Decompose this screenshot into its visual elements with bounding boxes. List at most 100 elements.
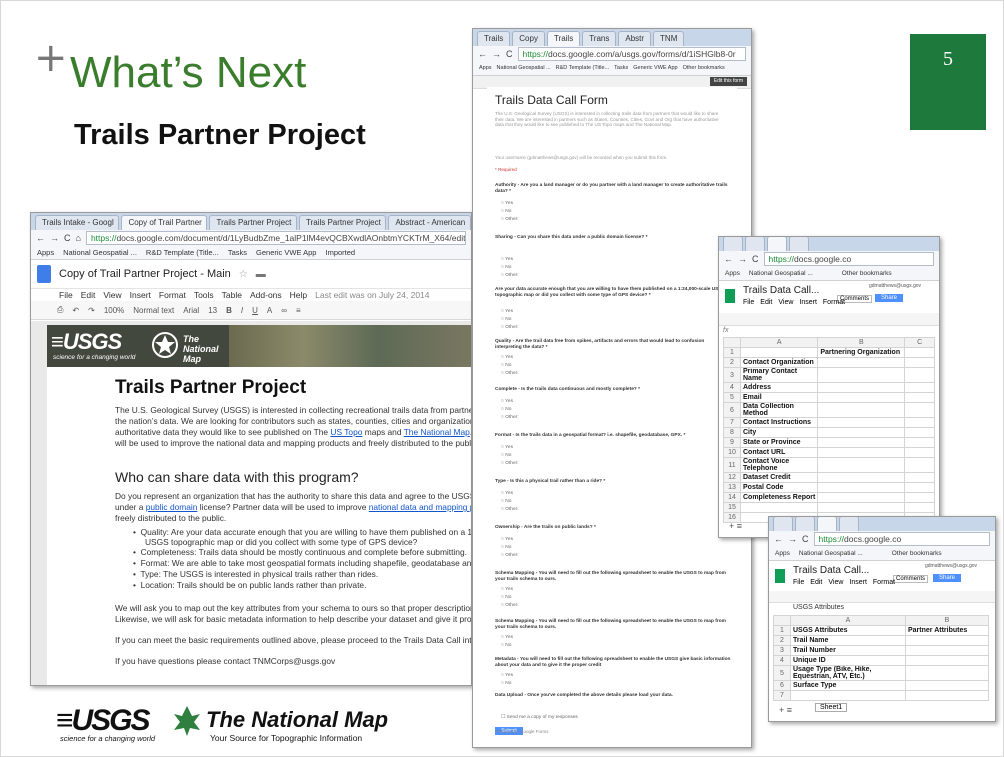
sheet-cell[interactable]: USGS Attributes	[790, 625, 906, 636]
bookmark[interactable]: Imported	[325, 246, 355, 259]
radio-option-yes[interactable]: ○ Yes	[501, 309, 513, 315]
radio-option-yes[interactable]: ○ Yes	[501, 257, 513, 263]
bookmark[interactable]: National Geospatial ...	[749, 267, 813, 280]
sheet-cell[interactable]: Contact Voice Telephone	[739, 457, 819, 473]
formula-bar-value[interactable]: USGS Attributes	[793, 604, 844, 611]
add-sheet-icon[interactable]: + ≡	[729, 521, 742, 531]
menu-tools[interactable]: Tools	[194, 289, 214, 301]
send-copy-checkbox[interactable]: ☐ Send me a copy of my responses	[501, 715, 578, 721]
radio-option-no[interactable]: ○ No	[501, 595, 511, 601]
bookmark[interactable]: Tasks	[614, 62, 628, 75]
doc-page[interactable]: ≡USGS science for a changing world The N…	[47, 325, 471, 685]
url-field[interactable]: https://docs.google.com/document/d/1LyBu…	[85, 231, 466, 245]
url-field[interactable]: https://docs.google.com/a/usgs.gov/forms…	[517, 47, 746, 61]
forward-icon[interactable]: →	[788, 534, 797, 544]
radio-option-no[interactable]: ○ No	[501, 643, 511, 649]
radio-option-no[interactable]: ○ No	[501, 265, 511, 271]
zoom-select[interactable]: 100%	[104, 306, 124, 315]
bookmark[interactable]: Tasks	[228, 246, 247, 259]
radio-option-other[interactable]: ○ Other:	[501, 371, 519, 377]
back-icon[interactable]: ←	[478, 49, 487, 59]
menu-addons[interactable]: Add-ons	[250, 289, 282, 301]
share-button[interactable]: Share	[875, 294, 904, 302]
menu-view[interactable]: View	[778, 299, 793, 306]
radio-option-other[interactable]: ○ Other:	[501, 553, 519, 559]
sheets-icon[interactable]	[725, 289, 735, 303]
sheet2-grid[interactable]: AB 1 USGS Attributes Partner Attributes 2T…	[773, 615, 989, 701]
menu-file[interactable]: File	[743, 299, 754, 306]
reload-icon[interactable]: C	[752, 254, 759, 264]
browser-tab[interactable]: Trans	[582, 31, 617, 46]
sheet-title[interactable]: Trails Data Call...	[743, 285, 819, 296]
url-field[interactable]: https://docs.google.co	[763, 252, 934, 266]
radio-option-yes[interactable]: ○ Yes	[501, 399, 513, 405]
sheet-cell[interactable]: Postal Code	[739, 482, 819, 493]
menu-format[interactable]: Format	[873, 579, 895, 586]
bookmark[interactable]: Apps	[775, 547, 790, 560]
browser-tab[interactable]: Trails	[477, 31, 511, 46]
sheet-cell[interactable]: Contact URL	[739, 447, 819, 458]
sheet-tab[interactable]: Sheet1	[815, 703, 848, 712]
browser-tab[interactable]: Copy	[512, 31, 545, 46]
sheet-cell[interactable]: Address	[739, 382, 819, 393]
link-icon[interactable]: ∞	[281, 306, 287, 315]
forward-icon[interactable]: →	[492, 49, 501, 59]
sheet-cell[interactable]: State or Province	[739, 437, 819, 448]
sheet-cell[interactable]: Data Collection Method	[739, 402, 819, 418]
menu-file[interactable]: File	[59, 289, 73, 301]
text-color-icon[interactable]: A	[267, 306, 272, 315]
reload-icon[interactable]: C	[64, 233, 71, 243]
radio-option-yes[interactable]: ○ Yes	[501, 673, 513, 679]
sheet-cell[interactable]: Contact Organization	[739, 357, 819, 368]
bookmark[interactable]: National Geospatial ...	[63, 246, 137, 259]
browser-tab[interactable]: Abstract - American	[388, 215, 471, 230]
radio-option-other[interactable]: ○ Other:	[501, 507, 519, 513]
menu-format[interactable]: Format	[159, 289, 186, 301]
share-button[interactable]: Share	[933, 574, 962, 582]
align-icon[interactable]: ≡	[296, 306, 301, 315]
docs-icon[interactable]	[37, 265, 51, 283]
bookmark[interactable]: R&D Template (Title...	[146, 246, 219, 259]
menu-insert[interactable]: Insert	[849, 579, 867, 586]
sheet-cell[interactable]: Unique ID	[790, 655, 906, 666]
forward-icon[interactable]: →	[50, 233, 59, 243]
us-topo-link[interactable]: US Topo	[330, 427, 362, 437]
radio-option-no[interactable]: ○ No	[501, 453, 511, 459]
browser-tab-active[interactable]: Trails	[546, 31, 581, 46]
menu-edit[interactable]: Edit	[81, 289, 96, 301]
radio-option-no[interactable]: ○ No	[501, 209, 511, 215]
doc-title[interactable]: Copy of Trail Partner Project - Main	[59, 268, 231, 280]
bookmark[interactable]: Apps	[479, 62, 492, 75]
forward-icon[interactable]: →	[738, 254, 747, 264]
redo-icon[interactable]: ↷	[88, 306, 95, 315]
browser-tab[interactable]: TNM	[653, 31, 685, 46]
national-data-link[interactable]: national data and mapping pr	[369, 502, 471, 512]
bold-icon[interactable]: B	[226, 306, 232, 315]
sheet-cell[interactable]: Partnering Organization	[817, 347, 906, 358]
italic-icon[interactable]: I	[241, 306, 243, 315]
browser-tab[interactable]: Trails Partner Project	[298, 215, 387, 230]
radio-option-other[interactable]: ○ Other:	[501, 461, 519, 467]
browser-tab[interactable]	[745, 237, 765, 251]
sheet1-grid[interactable]: ABC 1 Partnering Organization 2 Contact Or…	[723, 337, 935, 523]
back-icon[interactable]: ←	[774, 534, 783, 544]
radio-option-no[interactable]: ○ No	[501, 407, 511, 413]
sheet-cell[interactable]: Dataset Credit	[739, 472, 819, 483]
menu-view[interactable]: View	[103, 289, 121, 301]
sheet-cell[interactable]: Email	[739, 392, 819, 403]
sheet-cell[interactable]: Surface Type	[790, 680, 906, 691]
comments-button[interactable]: Comments	[893, 575, 929, 583]
bookmark[interactable]: Other bookmarks	[683, 62, 725, 75]
font-select[interactable]: Arial	[183, 306, 199, 315]
undo-icon[interactable]: ↶	[72, 306, 79, 315]
radio-option-other[interactable]: ○ Other:	[501, 325, 519, 331]
bookmark[interactable]: Apps	[725, 267, 740, 280]
sheet-title[interactable]: Trails Data Call...	[793, 565, 869, 576]
bookmark[interactable]: National Geospatial ...	[799, 547, 863, 560]
add-sheet-icon[interactable]: + ≡	[779, 705, 792, 715]
browser-tab[interactable]: Trails Partner Project	[209, 215, 297, 230]
sheet-cell[interactable]: Primary Contact Name	[739, 367, 819, 383]
menu-edit[interactable]: Edit	[760, 299, 772, 306]
back-icon[interactable]: ←	[36, 233, 45, 243]
menu-help[interactable]: Help	[290, 289, 307, 301]
